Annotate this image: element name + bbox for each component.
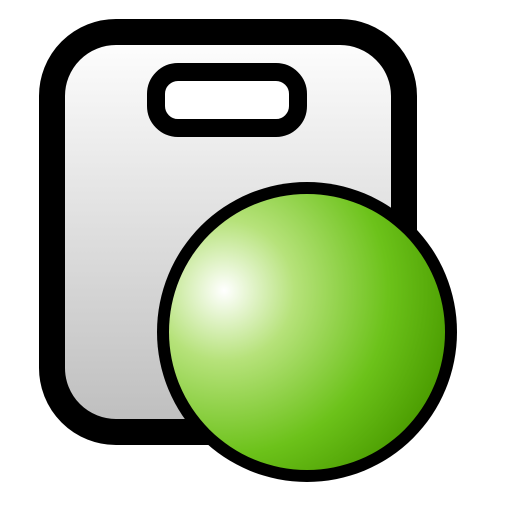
green-sphere-icon xyxy=(157,182,457,482)
device-with-green-sphere-icon xyxy=(39,19,457,482)
handle-slot-icon xyxy=(147,63,307,137)
app-icon xyxy=(0,0,512,512)
